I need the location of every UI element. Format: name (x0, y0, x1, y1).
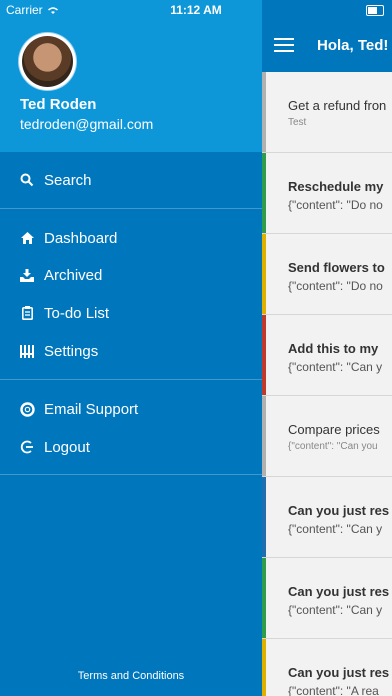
clipboard-icon (18, 304, 36, 322)
menu-label: Logout (44, 438, 90, 456)
divider (0, 208, 262, 209)
item-subtitle: {"content": "Can y (288, 522, 383, 536)
divider (0, 474, 262, 475)
archive-download-icon (18, 266, 36, 284)
item-title: Get a refund fron (288, 98, 387, 113)
side-drawer: Ted Roden tedroden@gmail.com Search Dash… (0, 0, 262, 696)
item-subtitle: Test (288, 117, 307, 128)
item-subtitle: {"content": "Can y (288, 603, 383, 617)
sliders-icon (18, 342, 36, 360)
item-subtitle: {"content": "A rea (288, 684, 379, 696)
menu-item-archived[interactable]: Archived (0, 257, 262, 293)
item-title: Send flowers to (288, 260, 385, 275)
list-item[interactable]: Can you just res {"content": "A rea (262, 639, 392, 696)
list-item[interactable]: Can you just res {"content": "Can y (262, 477, 392, 558)
list-item[interactable]: Compare prices {"content": "Can you (262, 396, 392, 477)
item-title: Can you just res (288, 584, 390, 599)
menu-icon[interactable] (274, 38, 294, 52)
status-time: 11:12 AM (170, 3, 222, 17)
item-subtitle: {"content": "Do no (288, 279, 383, 293)
lifebuoy-icon (18, 400, 36, 418)
avatar[interactable] (19, 33, 76, 90)
item-title: Add this to my (288, 341, 379, 356)
logout-icon (18, 438, 36, 456)
terms-link[interactable]: Terms and Conditions (0, 670, 262, 682)
main-panel: Hola, Ted! Get a refund fron Test Resche… (262, 0, 392, 696)
status-bar: Carrier 11:12 AM (0, 0, 392, 20)
home-icon (18, 229, 36, 247)
profile-email: tedroden@gmail.com (20, 116, 154, 132)
profile-name: Ted Roden (20, 96, 97, 113)
item-title: Compare prices (288, 422, 380, 437)
menu-label: Email Support (44, 400, 139, 418)
item-title: Reschedule my (288, 179, 384, 194)
menu-item-dashboard[interactable]: Dashboard (0, 220, 262, 256)
menu-item-logout[interactable]: Logout (0, 429, 262, 465)
list-item[interactable]: Get a refund fron Test (262, 72, 392, 153)
battery-icon (366, 5, 384, 16)
profile-header: Ted Roden tedroden@gmail.com (0, 0, 262, 152)
menu-item-search[interactable]: Search (0, 162, 262, 198)
menu-label: Dashboard (44, 229, 118, 247)
divider (0, 379, 262, 380)
item-title: Can you just res (288, 665, 390, 680)
item-subtitle: {"content": "Can y (288, 360, 383, 374)
menu-item-settings[interactable]: Settings (0, 333, 262, 369)
menu-label: Archived (44, 266, 103, 284)
list-item[interactable]: Can you just res {"content": "Can y (262, 558, 392, 639)
menu-item-email-support[interactable]: Email Support (0, 391, 262, 427)
item-title: Can you just res (288, 503, 390, 518)
page-title: Hola, Ted! (317, 37, 389, 54)
list-item[interactable]: Add this to my {"content": "Can y (262, 315, 392, 396)
menu-label: To-do List (44, 304, 110, 322)
list-item[interactable]: Send flowers to {"content": "Do no (262, 234, 392, 315)
menu-label: Settings (44, 342, 99, 360)
list-item[interactable]: Reschedule my {"content": "Do no (262, 153, 392, 234)
item-subtitle: {"content": "Can you (288, 441, 378, 452)
menu-item-todo-list[interactable]: To-do List (0, 295, 262, 331)
item-subtitle: {"content": "Do no (288, 198, 383, 212)
menu-label: Search (44, 171, 92, 189)
search-icon (18, 171, 36, 189)
